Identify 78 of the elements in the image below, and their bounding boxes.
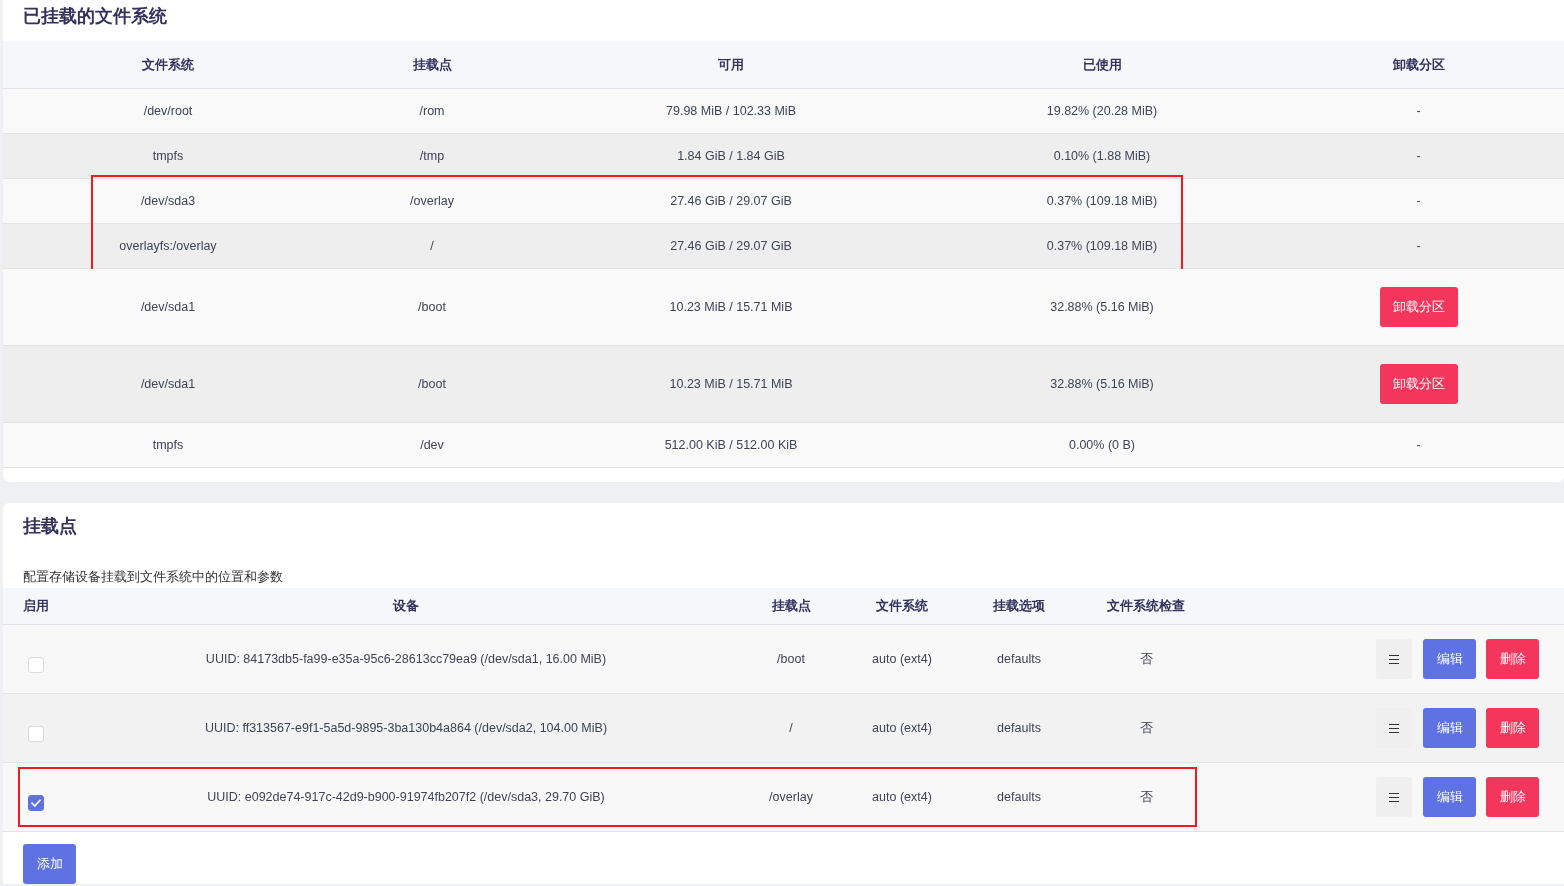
column-header: 挂载点 [412,57,452,72]
mount-options: defaults [997,790,1041,804]
mount-path: /overlay [769,790,813,804]
mount-path: /boot [777,652,805,666]
add-button[interactable]: 添加 [23,844,76,884]
mount-path: /rom [419,104,445,118]
column-header: 设备 [393,598,419,613]
available-space: 512.00 KiB / 512.00 KiB [664,438,798,452]
used-space: 19.82% (20.28 MiB) [1046,104,1158,118]
empty-value-dash: - [1416,194,1421,208]
unmount-button[interactable]: 卸载分区 [1379,287,1458,327]
device-uuid: UUID: e092de74-917c-42d9-b900-91974fb207f2 (/dev/sda3, 29.70 GiB) [207,790,605,804]
device-uuid: UUID: 84173db5-fa99-e35a-95c6-28613cc79ea9 (/dev/sda1, 16.00 MiB) [205,652,607,666]
mount-path: /overlay [410,194,454,208]
filesystem-name: overlayfs:/overlay [119,239,217,253]
column-header: 启用 [23,598,49,613]
used-space: 0.37% (109.18 MiB) [1046,239,1158,253]
used-space: 32.88% (5.16 MiB) [1050,377,1154,391]
edit-button[interactable]: 编辑 [1423,708,1476,748]
delete-button[interactable]: 删除 [1486,639,1539,679]
filesystem-name: /dev/sda3 [140,194,196,208]
empty-value-dash: - [1416,149,1421,163]
menu-icon [1389,792,1399,802]
fsck-value: 否 [1139,652,1153,666]
filesystem-type: auto (ext4) [872,652,932,666]
delete-button[interactable]: 删除 [1486,708,1539,748]
menu-button[interactable] [1376,639,1412,679]
column-header: 挂载点 [771,598,811,613]
column-header: 文件系统 [876,598,928,613]
mount-options: defaults [997,721,1041,735]
delete-button[interactable]: 删除 [1486,777,1539,817]
column-header: 可用 [718,57,744,72]
filesystem-name: /dev/sda1 [140,300,196,314]
available-space: 10.23 MiB / 15.71 MiB [669,300,793,314]
available-space: 27.46 GiB / 29.07 GiB [670,239,792,253]
mount-path: /boot [418,300,446,314]
check-icon [31,799,41,807]
available-space: 10.23 MiB / 15.71 MiB [669,377,793,391]
edit-button[interactable]: 编辑 [1423,639,1476,679]
section-title: 挂载点 [22,515,78,537]
menu-icon [1389,654,1399,664]
mount-path: / [789,721,793,735]
edit-button[interactable]: 编辑 [1423,777,1476,817]
filesystem-type: auto (ext4) [872,721,932,735]
column-header: 文件系统检查 [1107,598,1185,613]
filesystem-type: auto (ext4) [872,790,932,804]
mount-path: / [430,239,434,253]
mount-options: defaults [997,652,1041,666]
mount-path: /dev [420,438,444,452]
unmount-button[interactable]: 卸载分区 [1379,364,1458,404]
checkbox[interactable] [28,795,44,811]
section-title: 已挂载的文件系统 [22,5,168,28]
filesystem-name: tmpfs [152,438,184,452]
filesystem-name: /dev/sda1 [140,377,196,391]
column-header: 文件系统 [142,57,194,72]
used-space: 32.88% (5.16 MiB) [1050,300,1154,314]
column-header: 卸载分区 [1392,57,1445,72]
mount-path: /boot [418,377,446,391]
filesystem-name: tmpfs [152,149,184,163]
empty-value-dash: - [1416,438,1421,452]
column-header: 挂载选项 [993,598,1045,613]
fsck-value: 否 [1139,790,1153,804]
available-space: 79.98 MiB / 102.33 MiB [666,104,796,118]
used-space: 0.00% (0 B) [1069,438,1135,452]
available-space: 1.84 GiB / 1.84 GiB [677,149,785,163]
filesystem-name: /dev/root [143,104,193,118]
mount-path: /tmp [419,149,445,163]
menu-button[interactable] [1376,777,1412,817]
section-description: 配置存储设备挂载到文件系统中的位置和参数 [22,568,284,586]
column-header: 已使用 [1082,57,1122,72]
device-uuid: UUID: ff313567-e9f1-5a5d-9895-3ba130b4a864 (/dev/sda2, 104.00 MiB) [204,721,608,735]
used-space: 0.37% (109.18 MiB) [1046,194,1158,208]
fsck-value: 否 [1139,721,1153,735]
empty-value-dash: - [1416,239,1421,253]
menu-icon [1389,723,1399,733]
available-space: 27.46 GiB / 29.07 GiB [670,194,792,208]
used-space: 0.10% (1.88 MiB) [1053,149,1151,163]
empty-value-dash: - [1416,104,1421,118]
